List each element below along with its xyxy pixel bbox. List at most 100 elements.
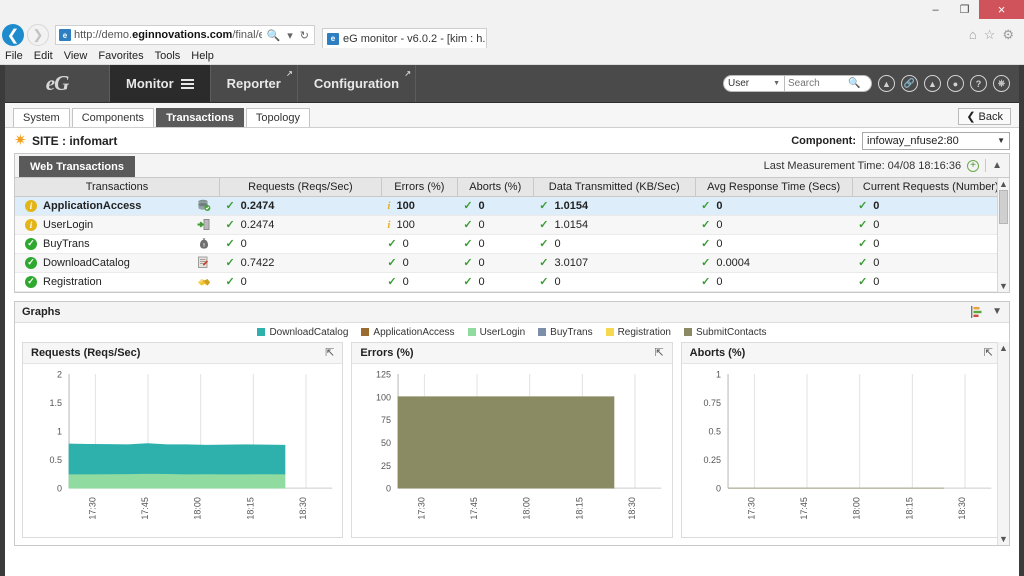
alerts-icon[interactable]: ▲	[924, 75, 941, 92]
col-aborts[interactable]: Aborts (%)	[457, 178, 534, 197]
check-icon: ✓	[387, 276, 397, 288]
help-icon[interactable]: ?	[970, 75, 987, 92]
cell-transaction-name[interactable]: ✓ DownloadCatalog	[15, 253, 220, 273]
menu-view[interactable]: View	[64, 50, 88, 62]
cell-transaction-name[interactable]: i ApplicationAccess	[15, 196, 220, 216]
x-tick-label: 18:15	[245, 497, 255, 520]
settings-gear-icon[interactable]: ⚙	[1002, 27, 1014, 43]
col-requests[interactable]: Requests (Reqs/Sec)	[219, 178, 382, 197]
col-transactions[interactable]: Transactions	[15, 178, 220, 197]
legend-item[interactable]: Registration	[605, 327, 671, 338]
check-icon: ✓	[858, 238, 868, 250]
collapse-panel-icon[interactable]: ▲	[992, 160, 1002, 171]
status-info-icon: i	[25, 218, 37, 231]
user-dropdown[interactable]: User ▼	[723, 75, 785, 92]
nav-item-reporter[interactable]: Reporter ↗	[211, 65, 298, 102]
refresh-icon[interactable]: ↻	[298, 29, 311, 42]
web-transactions-tab[interactable]: Web Transactions	[19, 156, 135, 177]
browser-back-button[interactable]: ❮	[2, 24, 24, 46]
table-scrollbar[interactable]: ▲ ▼	[997, 178, 1009, 292]
nav-item-monitor[interactable]: Monitor	[110, 65, 211, 102]
x-tick-label: 18:15	[575, 497, 585, 520]
add-icon[interactable]: +	[967, 159, 980, 172]
graphs-scrollbar[interactable]: ▲ ▼	[997, 341, 1009, 545]
legend-label: SubmitContacts	[695, 326, 767, 338]
col-avg-response-time[interactable]: Avg Response Time (Secs)	[695, 178, 853, 197]
cell-current-requests: ✓ 0	[852, 215, 1009, 235]
search-icon[interactable]: 🔍	[846, 76, 863, 91]
search-icon[interactable]: 🔍	[265, 29, 283, 42]
scrollbar-thumb[interactable]	[999, 190, 1008, 224]
tab-system[interactable]: System	[13, 108, 70, 127]
legend-swatch	[538, 328, 547, 336]
legend-item[interactable]: UserLogin	[467, 327, 525, 338]
scroll-down-icon[interactable]: ▼	[999, 533, 1008, 545]
col-data-transmitted[interactable]: Data Transmitted (KB/Sec)	[533, 178, 696, 197]
main-navigation: Monitor Reporter ↗ Configuration ↗	[110, 65, 417, 102]
bell-icon[interactable]: ●	[947, 75, 964, 92]
table-row[interactable]: i ApplicationAccess ✓ 0.2474 i 100 ✓ 0 ✓ 1.0154 ✓ 0…	[15, 196, 1009, 216]
expand-chart-icon[interactable]: ⇱	[654, 346, 663, 359]
expand-chart-icon[interactable]: ⇱	[325, 346, 334, 359]
component-dropdown[interactable]: infoway_nfuse2:80 ▼	[862, 131, 1010, 150]
home-icon[interactable]: ⌂	[969, 27, 977, 43]
col-errors[interactable]: Errors (%)	[381, 178, 458, 197]
cell-errors: i 100	[381, 196, 458, 216]
menu-tools[interactable]: Tools	[155, 50, 181, 62]
expand-chart-icon[interactable]: ⇱	[984, 346, 993, 359]
table-row[interactable]: ✓ Registration ✓ 0 ✓ 0 ✓ 0 ✓ 0 ✓ 0 ✓ 0	[15, 272, 1009, 292]
legend-item[interactable]: ApplicationAccess	[361, 327, 455, 338]
legend-item[interactable]: BuyTrans	[538, 327, 593, 338]
cell-transaction-name[interactable]: ✓ BuyTrans $	[15, 234, 220, 254]
tab-topology[interactable]: Topology	[245, 108, 310, 127]
graphs-header: Graphs ▼	[15, 301, 1009, 323]
check-icon: ✓	[463, 276, 473, 288]
tab-components[interactable]: Components	[71, 108, 155, 127]
scroll-down-icon[interactable]: ▼	[999, 280, 1008, 292]
menu-help[interactable]: Help	[191, 50, 214, 62]
search-input[interactable]	[788, 78, 846, 89]
favorites-star-icon[interactable]: ☆	[984, 27, 996, 43]
cell-value: 0	[873, 275, 880, 288]
table-row[interactable]: ✓ BuyTrans $ ✓ 0 ✓ 0 ✓ 0 ✓ 0 ✓ 0 ✓ 0	[15, 234, 1009, 254]
legend-item[interactable]: DownloadCatalog	[257, 327, 348, 338]
scroll-up-icon[interactable]: ▲	[999, 342, 1008, 354]
legend-item[interactable]: SubmitContacts	[683, 326, 767, 338]
cell-transaction-name[interactable]: i UserLogin	[15, 215, 220, 235]
chart-plot-area[interactable]: 0 0.5 1 1.5 2 17:30 17:45 18:00 18:15 18:30	[23, 364, 342, 536]
chart-plot-area[interactable]: 0 25 50 75 100 125 17:30 17:45 18:00 18:15 18:30	[352, 364, 671, 536]
link-icon[interactable]: 🔗	[901, 75, 918, 92]
chart-header: Errors (%) ⇱	[352, 342, 672, 365]
table-row[interactable]: i UserLogin ✓ 0.2474 i 100 ✓ 0 ✓ 1.0154 ✓ 0 ✓ 0	[15, 215, 1009, 235]
browser-address-bar[interactable]: e http://demo.eginnovations.com/final/eg…	[55, 25, 315, 45]
browser-tab[interactable]: e eG monitor - v6.0.2 - [kim : h... ×	[322, 28, 487, 48]
browser-forward-button[interactable]: ❯	[27, 24, 49, 46]
cell-errors: ✓ 0	[381, 253, 458, 273]
menu-file[interactable]: File	[5, 50, 23, 62]
legend-settings-icon[interactable]	[971, 305, 984, 318]
check-icon: ✓	[463, 257, 473, 269]
chevron-down-icon[interactable]: ▾	[285, 29, 295, 42]
user-icon[interactable]: ▲	[878, 75, 895, 92]
chart-plot-area[interactable]: 0 0.25 0.5 0.75 1 17:30 17:45 18:00 18:15 18:30	[682, 364, 1001, 536]
power-icon[interactable]: ⎈	[993, 75, 1010, 92]
back-button[interactable]: ❮ Back	[958, 108, 1011, 125]
collapse-graphs-icon[interactable]: ▼	[992, 306, 1002, 317]
search-box[interactable]: 🔍	[784, 75, 872, 92]
window-minimize-button[interactable]: –	[921, 0, 950, 19]
col-current-requests[interactable]: Current Requests (Number)	[852, 178, 1009, 197]
cell-transaction-name[interactable]: ✓ Registration	[15, 272, 220, 292]
tab-transactions[interactable]: Transactions	[156, 108, 244, 127]
nav-item-configuration[interactable]: Configuration ↗	[298, 65, 417, 102]
menu-edit[interactable]: Edit	[34, 50, 53, 62]
window-close-button[interactable]: ×	[979, 0, 1024, 19]
menu-favorites[interactable]: Favorites	[98, 50, 143, 62]
cell-current-requests: ✓ 0	[852, 196, 1009, 216]
scroll-up-icon[interactable]: ▲	[999, 178, 1008, 190]
window-restore-button[interactable]: ❐	[950, 0, 979, 19]
check-icon: ✓	[539, 200, 549, 212]
legend-swatch	[605, 328, 614, 336]
table-row[interactable]: ✓ DownloadCatalog ✓ 0.7422 ✓ 0 ✓ 0 ✓ 3.0107 ✓ 0.000…	[15, 253, 1009, 273]
hamburger-icon[interactable]	[180, 78, 194, 89]
check-icon: ✓	[858, 276, 868, 288]
